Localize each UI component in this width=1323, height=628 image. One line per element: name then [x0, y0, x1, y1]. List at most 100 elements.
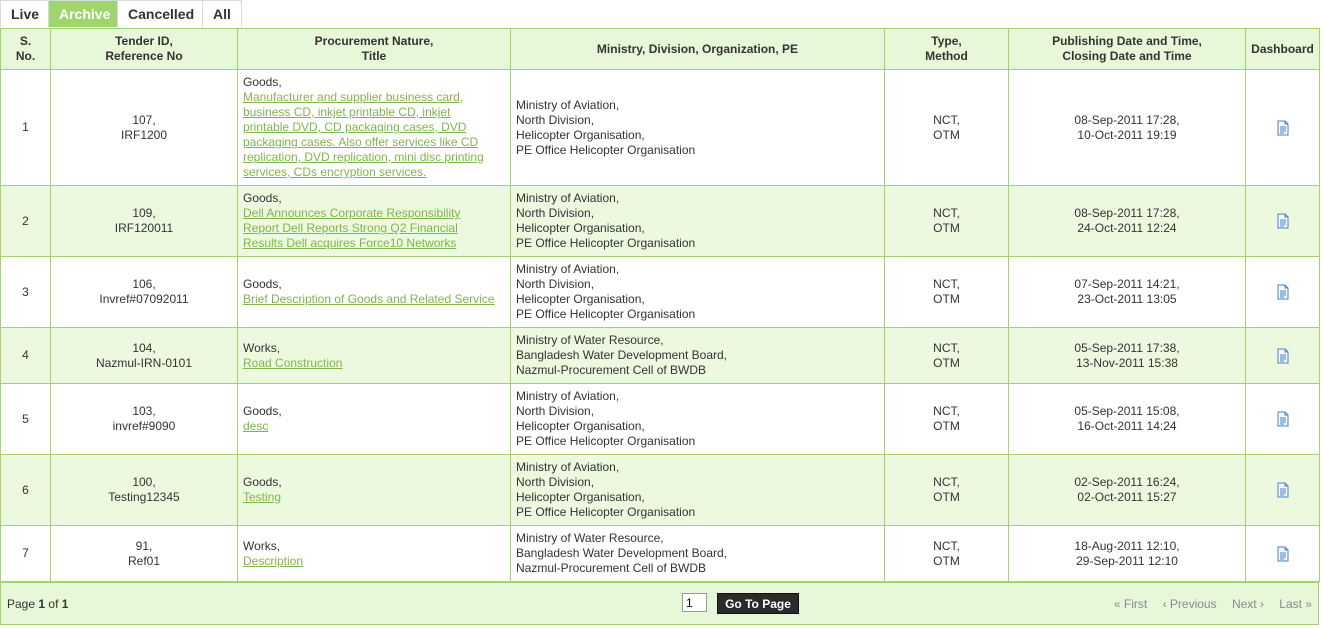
header-tender-id: Tender ID, Reference No — [50, 28, 238, 70]
row-dates: 05-Sep-2011 17:38, 13-Nov-2011 15:38 — [1008, 327, 1246, 384]
row-procurement: Works, Description — [237, 525, 511, 582]
procurement-nature: Goods, — [243, 191, 282, 205]
row-tender-id: 91, Ref01 — [50, 525, 238, 582]
first-page-link[interactable]: « First — [1114, 597, 1147, 611]
procurement-nature: Goods, — [243, 277, 282, 291]
row-tender-id: 103, invref#9090 — [50, 383, 238, 455]
table-row: 1 107, IRF1200 Goods, Manufacturer and su… — [0, 69, 1320, 186]
row-type: NCT, OTM — [884, 525, 1009, 582]
row-dashboard — [1245, 327, 1320, 384]
tab-all[interactable]: All — [203, 0, 242, 27]
row-procurement: Goods, Testing — [237, 454, 511, 526]
row-ministry: Ministry of Aviation, North Division, Heli… — [510, 185, 885, 257]
row-type: NCT, OTM — [884, 327, 1009, 384]
tab-live[interactable]: Live — [0, 0, 49, 27]
page-info: Page 1 of 1 — [7, 597, 69, 611]
tender-title-link[interactable]: Manufacturer and supplier business card,… — [243, 90, 484, 179]
table-header-row: S. No. Tender ID, Reference No Procurement… — [0, 28, 1320, 70]
go-to-page-button[interactable]: Go To Page — [717, 593, 799, 614]
row-sno: 4 — [0, 327, 51, 384]
row-sno: 7 — [0, 525, 51, 582]
tender-title-link[interactable]: desc — [243, 419, 268, 433]
header-ministry: Ministry, Division, Organization, PE — [510, 28, 885, 70]
previous-page-link[interactable]: ‹ Previous — [1163, 597, 1217, 611]
document-icon[interactable] — [1275, 348, 1291, 364]
row-type: NCT, OTM — [884, 69, 1009, 186]
document-icon[interactable] — [1275, 120, 1291, 136]
table-row: 4 104, Nazmul-IRN-0101 Works, Road Constr… — [0, 327, 1320, 384]
tab-archive[interactable]: Archive — [49, 0, 118, 27]
row-sno: 1 — [0, 69, 51, 186]
row-ministry: Ministry of Aviation, North Division, Heli… — [510, 383, 885, 455]
table-row: 3 106, Invref#07092011 Goods, Brief Descr… — [0, 256, 1320, 328]
header-dates: Publishing Date and Time, Closing Date an… — [1008, 28, 1246, 70]
header-sno: S. No. — [0, 28, 51, 70]
row-procurement: Goods, desc — [237, 383, 511, 455]
row-type: NCT, OTM — [884, 256, 1009, 328]
row-procurement: Goods, Manufacturer and supplier busines… — [237, 69, 511, 186]
row-procurement: Works, Road Construction — [237, 327, 511, 384]
row-dates: 07-Sep-2011 14:21, 23-Oct-2011 13:05 — [1008, 256, 1246, 328]
row-sno: 6 — [0, 454, 51, 526]
row-ministry: Ministry of Aviation, North Division, Heli… — [510, 69, 885, 186]
table-row: 5 103, invref#9090 Goods, desc Ministry o… — [0, 383, 1320, 455]
header-procurement: Procurement Nature, Title — [237, 28, 511, 70]
row-ministry: Ministry of Water Resource, Bangladesh Wa… — [510, 327, 885, 384]
tab-cancelled[interactable]: Cancelled — [118, 0, 203, 27]
row-sno: 3 — [0, 256, 51, 328]
row-dashboard — [1245, 69, 1320, 186]
row-type: NCT, OTM — [884, 383, 1009, 455]
procurement-nature: Goods, — [243, 475, 282, 489]
next-page-link[interactable]: Next › — [1232, 597, 1264, 611]
document-icon[interactable] — [1275, 213, 1291, 229]
table-row: 7 91, Ref01 Works, Description Ministry o… — [0, 525, 1320, 582]
row-dates: 08-Sep-2011 17:28, 24-Oct-2011 12:24 — [1008, 185, 1246, 257]
header-dashboard: Dashboard — [1245, 28, 1320, 70]
row-sno: 2 — [0, 185, 51, 257]
row-dashboard — [1245, 256, 1320, 328]
row-procurement: Goods, Brief Description of Goods and Re… — [237, 256, 511, 328]
pager-links: « First ‹ Previous Next › Last » — [1102, 597, 1312, 611]
procurement-nature: Goods, — [243, 75, 282, 89]
tender-table: S. No. Tender ID, Reference No Procurement… — [0, 28, 1320, 582]
row-dashboard — [1245, 525, 1320, 582]
row-ministry: Ministry of Water Resource, Bangladesh Wa… — [510, 525, 885, 582]
pagination-bar: Page 1 of 1 Go To Page « First ‹ Previou… — [0, 582, 1319, 625]
document-icon[interactable] — [1275, 546, 1291, 562]
row-tender-id: 100, Testing12345 — [50, 454, 238, 526]
row-procurement: Goods, Dell Announces Corporate Responsi… — [237, 185, 511, 257]
row-tender-id: 109, IRF120011 — [50, 185, 238, 257]
page-number-input[interactable] — [682, 593, 707, 612]
header-type: Type, Method — [884, 28, 1009, 70]
last-page-link[interactable]: Last » — [1279, 597, 1312, 611]
tender-title-link[interactable]: Dell Announces Corporate Responsibility R… — [243, 206, 460, 250]
status-tabs: Live Archive Cancelled All — [0, 0, 242, 29]
row-ministry: Ministry of Aviation, North Division, Heli… — [510, 454, 885, 526]
table-row: 6 100, Testing12345 Goods, Testing Minist… — [0, 454, 1320, 526]
tender-title-link[interactable]: Description — [243, 554, 303, 568]
row-type: NCT, OTM — [884, 185, 1009, 257]
document-icon[interactable] — [1275, 482, 1291, 498]
row-dashboard — [1245, 454, 1320, 526]
row-type: NCT, OTM — [884, 454, 1009, 526]
row-sno: 5 — [0, 383, 51, 455]
document-icon[interactable] — [1275, 284, 1291, 300]
row-tender-id: 106, Invref#07092011 — [50, 256, 238, 328]
row-tender-id: 104, Nazmul-IRN-0101 — [50, 327, 238, 384]
row-ministry: Ministry of Aviation, North Division, Heli… — [510, 256, 885, 328]
tender-title-link[interactable]: Road Construction — [243, 356, 342, 370]
procurement-nature: Goods, — [243, 404, 282, 418]
tender-title-link[interactable]: Brief Description of Goods and Related S… — [243, 292, 494, 306]
table-row: 2 109, IRF120011 Goods, Dell Announces Co… — [0, 185, 1320, 257]
row-dashboard — [1245, 383, 1320, 455]
row-dates: 18-Aug-2011 12:10, 29-Sep-2011 12:10 — [1008, 525, 1246, 582]
row-dashboard — [1245, 185, 1320, 257]
row-tender-id: 107, IRF1200 — [50, 69, 238, 186]
procurement-nature: Works, — [243, 538, 281, 553]
row-dates: 05-Sep-2011 15:08, 16-Oct-2011 14:24 — [1008, 383, 1246, 455]
row-dates: 02-Sep-2011 16:24, 02-Oct-2011 15:27 — [1008, 454, 1246, 526]
tender-title-link[interactable]: Testing — [243, 490, 281, 504]
procurement-nature: Works, — [243, 340, 281, 355]
row-dates: 08-Sep-2011 17:28, 10-Oct-2011 19:19 — [1008, 69, 1246, 186]
document-icon[interactable] — [1275, 411, 1291, 427]
